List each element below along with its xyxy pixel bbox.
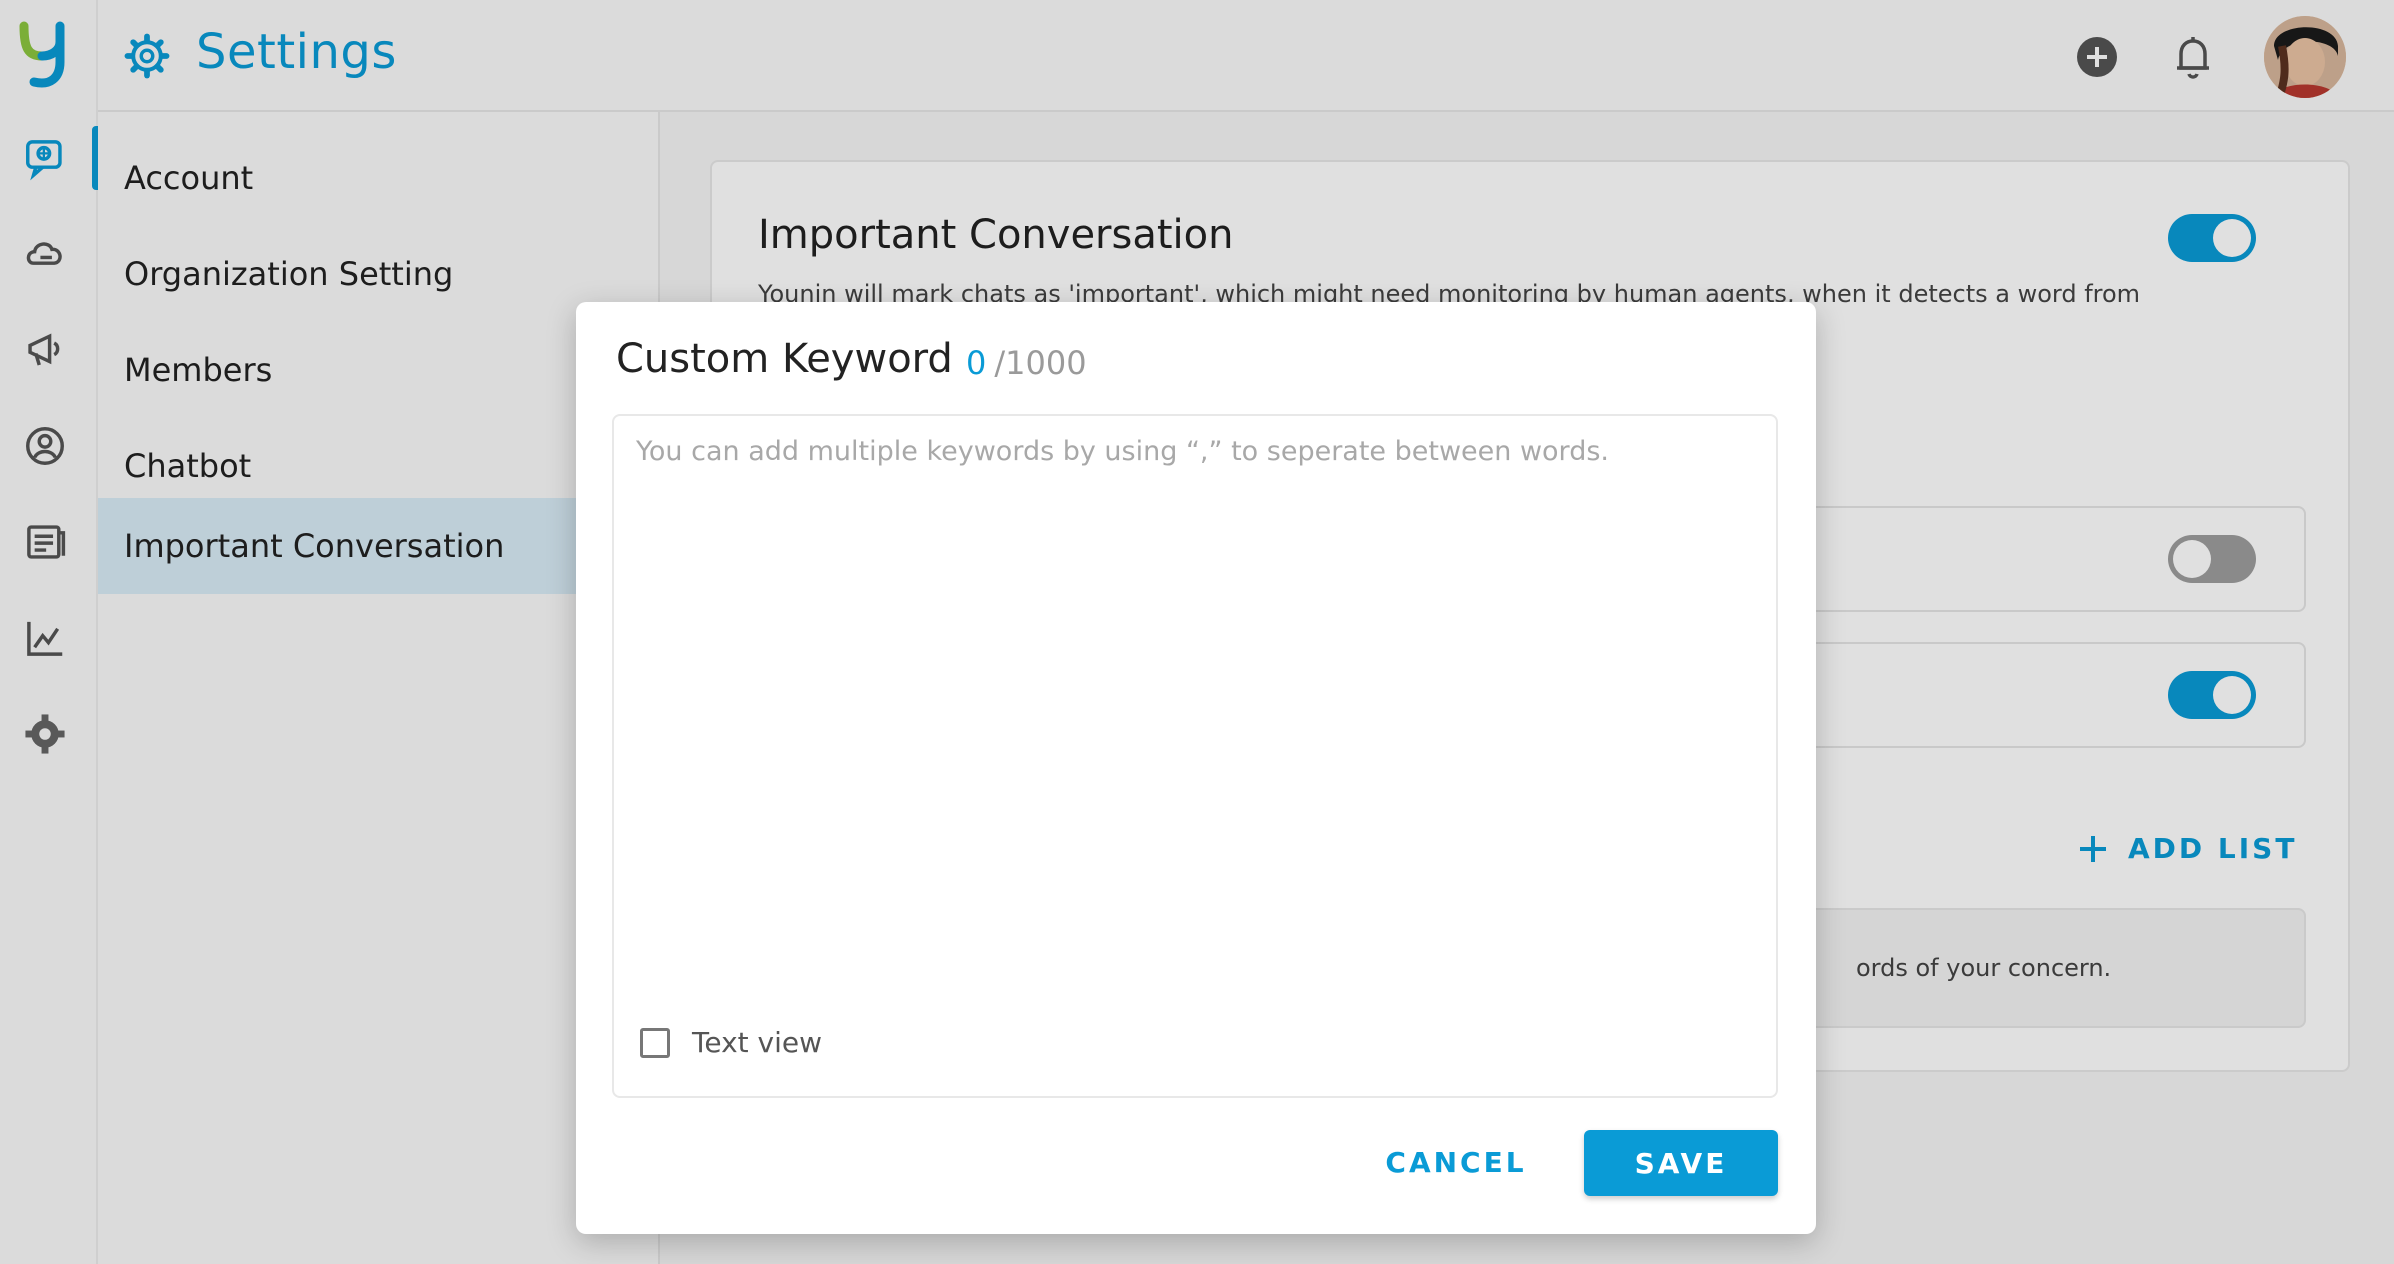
character-counter: 0/1000 [966,344,1087,382]
text-view-option[interactable]: Text view [640,1026,822,1059]
custom-keyword-dialog: Custom Keyword 0/1000 Text view CANCEL S… [576,302,1816,1234]
counter-max: /1000 [994,344,1087,382]
text-view-label: Text view [692,1026,823,1059]
keyword-textarea-container: Text view [612,414,1778,1098]
save-button[interactable]: SAVE [1584,1130,1778,1196]
cancel-button[interactable]: CANCEL [1366,1130,1546,1194]
keyword-textarea[interactable] [636,436,1756,976]
counter-current: 0 [966,344,987,382]
dialog-title: Custom Keyword [616,336,953,382]
text-view-checkbox[interactable] [640,1027,670,1058]
